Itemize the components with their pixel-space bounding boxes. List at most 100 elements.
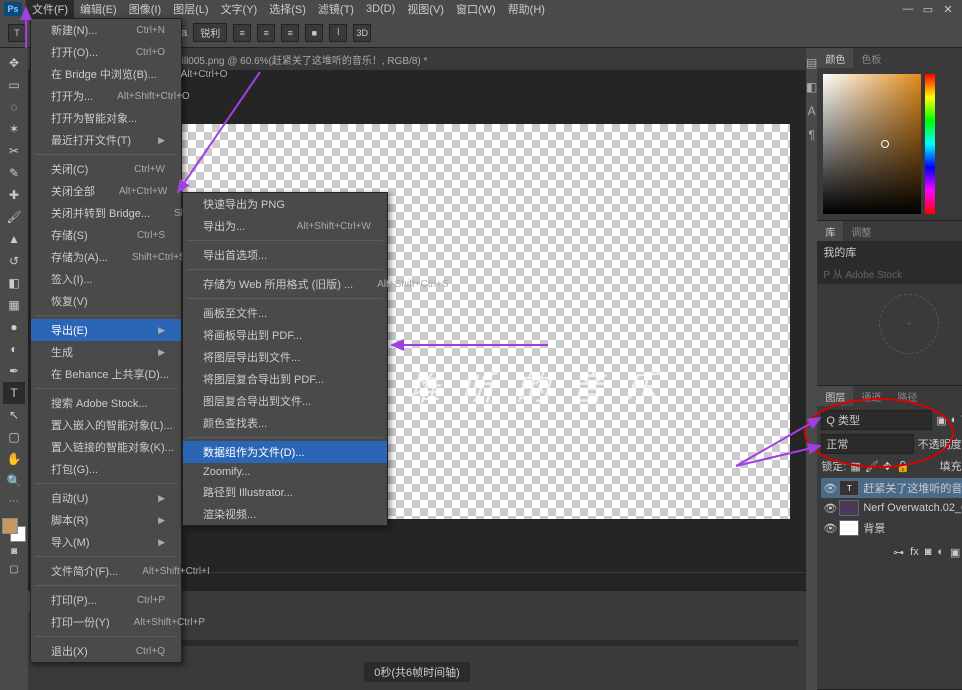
- layer-fx-icon[interactable]: fx: [910, 546, 919, 559]
- dodge-tool[interactable]: ◐: [3, 338, 25, 360]
- menu-item[interactable]: 导出为...Alt+Shift+Ctrl+W: [183, 215, 387, 237]
- brush-tool[interactable]: 🖌: [3, 206, 25, 228]
- link-layers-icon[interactable]: ⊶: [893, 546, 904, 559]
- menu-item[interactable]: 最近打开文件(T)▶: [31, 129, 181, 151]
- menu-item[interactable]: 签入(I)...: [31, 268, 181, 290]
- menu-help[interactable]: 帮助(H): [502, 0, 551, 19]
- menu-layer[interactable]: 图层(L): [167, 0, 214, 19]
- gradient-tool[interactable]: ▦: [3, 294, 25, 316]
- menu-file[interactable]: 文件(F): [26, 0, 74, 19]
- new-group-icon[interactable]: ▣: [950, 546, 960, 559]
- menu-item[interactable]: 打开为智能对象...: [31, 107, 181, 129]
- menu-item[interactable]: 打印一份(Y)Alt+Shift+Ctrl+P: [31, 611, 181, 633]
- menu-item[interactable]: 退出(X)Ctrl+Q: [31, 640, 181, 662]
- shape-tool[interactable]: ▢: [3, 426, 25, 448]
- menu-item[interactable]: 生成▶: [31, 341, 181, 363]
- menu-item[interactable]: 打开(O)...Ctrl+O: [31, 41, 181, 63]
- screen-mode-toggle[interactable]: ▢: [3, 560, 25, 578]
- marquee-tool[interactable]: ▭: [3, 74, 25, 96]
- layer-mask-icon[interactable]: ◙: [925, 546, 932, 559]
- history-brush-tool[interactable]: ↺: [3, 250, 25, 272]
- menu-item[interactable]: 存储(S)Ctrl+S: [31, 224, 181, 246]
- menu-item[interactable]: 导出首选项...: [183, 244, 387, 266]
- stock-search[interactable]: P 从 Adobe Stock: [817, 263, 962, 284]
- libraries-tab[interactable]: 库: [817, 221, 843, 241]
- menu-item[interactable]: 路径到 Illustrator...: [183, 481, 387, 503]
- history-icon[interactable]: ▤: [806, 56, 817, 70]
- layer-name[interactable]: 赶紧关了这堆听的音乐！: [863, 480, 962, 496]
- menu-edit[interactable]: 编辑(E): [74, 0, 123, 19]
- menu-item[interactable]: 置入嵌入的智能对象(L)...: [31, 414, 181, 436]
- align-left-button[interactable]: ≡: [233, 24, 251, 42]
- 3d-button[interactable]: 3D: [353, 24, 371, 42]
- menu-item[interactable]: 关闭全部Alt+Ctrl+W: [31, 180, 181, 202]
- menu-item[interactable]: 新建(N)...Ctrl+N: [31, 19, 181, 41]
- menu-item[interactable]: 搜索 Adobe Stock...: [31, 392, 181, 414]
- menu-item[interactable]: 存储为 Web 所用格式 (旧版) ...Alt+Shift+Ctrl+S: [183, 273, 387, 295]
- blur-tool[interactable]: ●: [3, 316, 25, 338]
- menu-item[interactable]: 将图层导出到文件...: [183, 346, 387, 368]
- move-tool[interactable]: ✥: [3, 52, 25, 74]
- menu-item[interactable]: 关闭并转到 Bridge...Shift+Ctrl+W: [31, 202, 181, 224]
- type-tool[interactable]: T: [3, 382, 25, 404]
- menu-view[interactable]: 视图(V): [401, 0, 450, 19]
- menu-item[interactable]: 导出(E)▶: [31, 319, 181, 341]
- menu-item[interactable]: 数据组作为文件(D)...: [183, 441, 387, 463]
- align-center-button[interactable]: ≡: [257, 24, 275, 42]
- pen-tool[interactable]: ✒: [3, 360, 25, 382]
- layer-name[interactable]: Nerf Overwatch.02_00_2...: [863, 502, 962, 514]
- menu-item[interactable]: 快速导出为 PNG: [183, 193, 387, 215]
- eraser-tool[interactable]: ◧: [3, 272, 25, 294]
- properties-icon[interactable]: ◧: [806, 80, 817, 94]
- swatches-tab[interactable]: 色板: [853, 48, 889, 68]
- menu-item[interactable]: 在 Bridge 中浏览(B)...Alt+Ctrl+O: [31, 63, 181, 85]
- menu-item[interactable]: 脚本(R)▶: [31, 509, 181, 531]
- eyedropper-tool[interactable]: ✎: [3, 162, 25, 184]
- color-swatch[interactable]: [2, 518, 26, 542]
- layer-row-bg[interactable]: 👁 背景 🔒: [821, 518, 962, 538]
- menu-filter[interactable]: 滤镜(T): [312, 0, 360, 19]
- color-tab[interactable]: 颜色: [817, 48, 853, 68]
- new-adj-icon[interactable]: ◐: [937, 546, 944, 559]
- menu-item[interactable]: 文件简介(F)...Alt+Shift+Ctrl+I: [31, 560, 181, 582]
- visibility-icon[interactable]: 👁: [823, 522, 835, 535]
- crop-tool[interactable]: ✂: [3, 140, 25, 162]
- menu-item[interactable]: 置入链接的智能对象(K)...: [31, 436, 181, 458]
- align-right-button[interactable]: ≡: [281, 24, 299, 42]
- path-select-tool[interactable]: ↖: [3, 404, 25, 426]
- color-picker[interactable]: [823, 74, 935, 214]
- aa-mode-select[interactable]: 锐利: [193, 23, 227, 42]
- menu-item[interactable]: 渲染视频...: [183, 503, 387, 525]
- edit-toolbar[interactable]: ⋯: [3, 492, 25, 510]
- hand-tool[interactable]: ✋: [3, 448, 25, 470]
- visibility-icon[interactable]: 👁: [823, 502, 835, 515]
- menu-image[interactable]: 图像(I): [123, 0, 167, 19]
- window-max-icon[interactable]: ▭: [922, 3, 934, 16]
- menu-item[interactable]: 自动(U)▶: [31, 487, 181, 509]
- layer-name[interactable]: 背景: [863, 520, 962, 536]
- stamp-tool[interactable]: ▲: [3, 228, 25, 250]
- layer-row-image[interactable]: 👁 Nerf Overwatch.02_00_2...: [821, 498, 962, 518]
- warp-text-button[interactable]: ⌇: [329, 24, 347, 42]
- menu-select[interactable]: 选择(S): [263, 0, 312, 19]
- menu-3d[interactable]: 3D(D): [360, 1, 401, 17]
- visibility-icon[interactable]: 👁: [823, 482, 835, 495]
- menu-type[interactable]: 文字(Y): [215, 0, 264, 19]
- magic-wand-tool[interactable]: ✶: [3, 118, 25, 140]
- menu-item[interactable]: 颜色查找表...: [183, 412, 387, 434]
- adjustments-tab[interactable]: 调整: [843, 221, 879, 241]
- lasso-tool[interactable]: ◌: [3, 96, 25, 118]
- library-select[interactable]: 我的库▾: [817, 241, 962, 263]
- library-add-target[interactable]: +: [879, 294, 939, 354]
- window-close-icon[interactable]: ✕: [942, 3, 954, 16]
- menu-item[interactable]: Zoomify...: [183, 463, 387, 481]
- quick-mask-toggle[interactable]: ◙: [3, 542, 25, 560]
- menu-item[interactable]: 关闭(C)Ctrl+W: [31, 158, 181, 180]
- char-icon[interactable]: A: [808, 104, 816, 118]
- layer-row-text[interactable]: 👁 T 赶紧关了这堆听的音乐！: [821, 478, 962, 498]
- menu-window[interactable]: 窗口(W): [450, 0, 502, 19]
- text-color-button[interactable]: ■: [305, 24, 323, 42]
- menu-item[interactable]: 存储为(A)...Shift+Ctrl+S: [31, 246, 181, 268]
- menu-item[interactable]: 导入(M)▶: [31, 531, 181, 553]
- tool-indicator[interactable]: T: [8, 24, 26, 42]
